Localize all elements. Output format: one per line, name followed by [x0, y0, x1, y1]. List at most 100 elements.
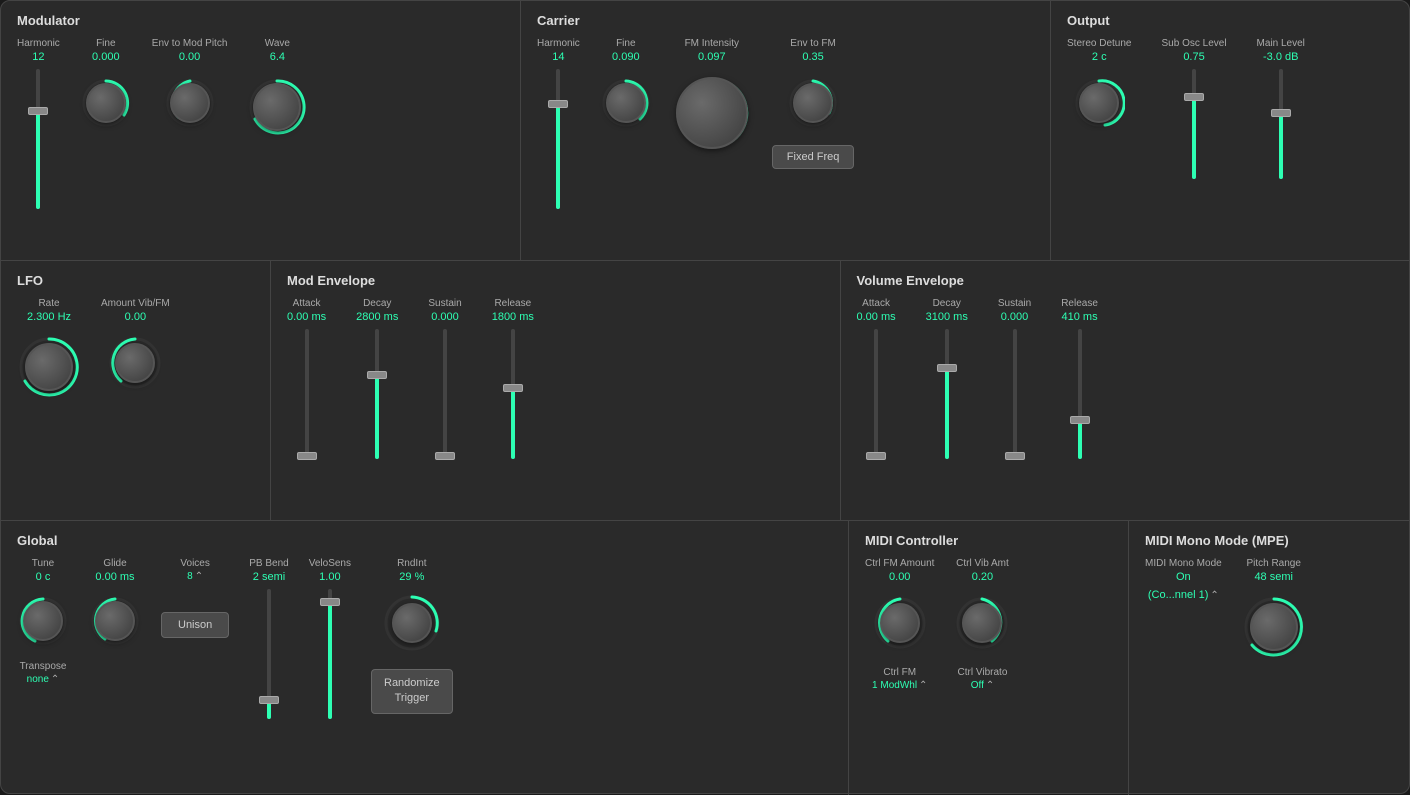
- panel-output: Output Stereo Detune 2 c: [1051, 1, 1409, 260]
- vol-env-title: Volume Envelope: [857, 273, 1394, 288]
- ctrl-fm-value: 1 ModWhl: [872, 680, 917, 691]
- sub-osc-thumb[interactable]: [1184, 93, 1204, 101]
- vol-decay-thumb[interactable]: [937, 364, 957, 372]
- vol-sustain-thumb[interactable]: [1005, 452, 1025, 460]
- modulator-fine: Fine 0.000: [80, 38, 132, 129]
- row-1: Modulator Harmonic 12 Fine 0: [1, 1, 1409, 261]
- voices-arrow: ⌃: [195, 571, 203, 582]
- glide-knob[interactable]: [95, 601, 135, 641]
- vol-attack-slider[interactable]: [874, 329, 878, 479]
- carrier-harmonic-thumb[interactable]: [548, 100, 568, 108]
- output-main-level: Main Level -3.0 dB: [1257, 38, 1305, 199]
- carrier-fine-label: Fine: [616, 38, 635, 49]
- mod-env-sustain: Sustain 0.000: [428, 298, 461, 479]
- output-title: Output: [1067, 13, 1393, 28]
- mod-release-thumb[interactable]: [503, 384, 523, 392]
- mod-decay-slider[interactable]: [375, 329, 379, 479]
- pb-bend-track: [267, 589, 271, 719]
- ctrl-vib-amt: Ctrl Vib Amt 0.20 Ctrl Vibrato Off ⌃: [954, 558, 1010, 691]
- pitch-range-value: 48 semi: [1254, 571, 1293, 583]
- env-fm-value: 0.35: [802, 51, 823, 63]
- vol-release-slider[interactable]: [1078, 329, 1082, 479]
- pb-bend-slider[interactable]: [267, 589, 271, 739]
- velo-sens-thumb[interactable]: [320, 598, 340, 606]
- fine-knob-container[interactable]: [80, 77, 132, 129]
- fm-intensity-knob-container[interactable]: [672, 73, 752, 153]
- pitch-range-knob[interactable]: [1250, 603, 1298, 651]
- vol-sustain-label: Sustain: [998, 298, 1031, 309]
- mod-attack-value: 0.00 ms: [287, 311, 326, 323]
- vol-decay-slider[interactable]: [945, 329, 949, 479]
- lfo-amount-value: 0.00: [125, 311, 146, 323]
- stereo-detune-label: Stereo Detune: [1067, 38, 1132, 49]
- env-mod-knob[interactable]: [170, 83, 210, 123]
- fixed-freq-button[interactable]: Fixed Freq: [772, 145, 855, 169]
- voices-dropdown[interactable]: 8 ⌃: [187, 571, 203, 582]
- main-level-slider[interactable]: [1279, 69, 1283, 199]
- vol-attack-label: Attack: [862, 298, 890, 309]
- mod-release-slider[interactable]: [511, 329, 515, 479]
- panel-modulator: Modulator Harmonic 12 Fine 0: [1, 1, 521, 260]
- sub-osc-slider[interactable]: [1192, 69, 1196, 199]
- global-glide: Glide 0.00 ms: [89, 558, 141, 647]
- vol-env-params: Attack 0.00 ms Decay 3100 ms: [857, 298, 1394, 479]
- harmonic-slider[interactable]: [36, 69, 40, 229]
- lfo-rate-knob-container[interactable]: [17, 335, 81, 399]
- tune-knob-container[interactable]: [17, 595, 69, 647]
- ctrl-vib-amt-label: Ctrl Vib Amt: [956, 558, 1009, 569]
- midi-channel-dropdown[interactable]: (Co...nnel 1) ⌃: [1148, 589, 1219, 601]
- ctrl-fm-dropdown[interactable]: 1 ModWhl ⌃: [872, 680, 927, 691]
- carrier-fine-knob[interactable]: [606, 83, 646, 123]
- env-fm-knob-container[interactable]: [787, 77, 839, 129]
- wave-knob-container[interactable]: [247, 77, 307, 137]
- env-mod-knob-container[interactable]: [164, 77, 216, 129]
- fine-knob[interactable]: [86, 83, 126, 123]
- stereo-detune-knob-container[interactable]: [1073, 77, 1125, 129]
- midi-ctrl-params: Ctrl FM Amount 0.00 Ctrl FM 1 ModWhl ⌃: [865, 558, 1112, 691]
- vol-env-decay: Decay 3100 ms: [926, 298, 968, 479]
- mod-attack-thumb[interactable]: [297, 452, 317, 460]
- vol-release-thumb[interactable]: [1070, 416, 1090, 424]
- rnd-int-knob[interactable]: [392, 603, 432, 643]
- voices-label: Voices: [180, 558, 209, 569]
- pitch-range-knob-container[interactable]: [1242, 595, 1306, 659]
- fm-intensity-knob[interactable]: [676, 77, 748, 149]
- ctrl-fm-amount-knob[interactable]: [880, 603, 920, 643]
- mod-decay-thumb[interactable]: [367, 371, 387, 379]
- main-level-thumb[interactable]: [1271, 109, 1291, 117]
- panel-carrier: Carrier Harmonic 14 Fine 0.0: [521, 1, 1051, 260]
- transpose-dropdown[interactable]: none ⌃: [27, 674, 60, 685]
- mod-sustain-thumb[interactable]: [435, 452, 455, 460]
- lfo-amount-knob-container[interactable]: [107, 335, 163, 391]
- vol-sustain-slider[interactable]: [1013, 329, 1017, 479]
- sub-osc-label: Sub Osc Level: [1162, 38, 1227, 49]
- mod-sustain-slider[interactable]: [443, 329, 447, 479]
- vol-attack-thumb[interactable]: [866, 452, 886, 460]
- pb-bend-thumb[interactable]: [259, 696, 279, 704]
- tune-knob[interactable]: [23, 601, 63, 641]
- carrier-harmonic-slider[interactable]: [556, 69, 560, 229]
- harmonic-thumb[interactable]: [28, 107, 48, 115]
- ctrl-vib-amt-knob-container[interactable]: [954, 595, 1010, 651]
- env-fm-knob[interactable]: [793, 83, 833, 123]
- pb-bend-label: PB Bend: [249, 558, 288, 569]
- carrier-harmonic-fill: [556, 104, 560, 209]
- lfo-rate-knob[interactable]: [25, 343, 73, 391]
- rnd-int-knob-container[interactable]: [382, 593, 442, 653]
- glide-knob-container[interactable]: [89, 595, 141, 647]
- stereo-detune-knob[interactable]: [1079, 83, 1119, 123]
- global-voices: Voices 8 ⌃ Unison: [161, 558, 229, 638]
- carrier-fine-knob-container[interactable]: [600, 77, 652, 129]
- lfo-title: LFO: [17, 273, 254, 288]
- unison-button[interactable]: Unison: [161, 612, 229, 638]
- ctrl-vibrato-value: Off: [971, 680, 984, 691]
- modulator-title: Modulator: [17, 13, 504, 28]
- mod-attack-label: Attack: [293, 298, 321, 309]
- ctrl-fm-amount: Ctrl FM Amount 0.00 Ctrl FM 1 ModWhl ⌃: [865, 558, 934, 691]
- mod-attack-slider[interactable]: [305, 329, 309, 479]
- ctrl-fm-amount-knob-container[interactable]: [872, 595, 928, 651]
- velo-sens-slider[interactable]: [328, 589, 332, 739]
- global-pb-bend: PB Bend 2 semi: [249, 558, 288, 739]
- randomize-button[interactable]: Randomize Trigger: [371, 669, 453, 714]
- ctrl-vibrato-dropdown[interactable]: Off ⌃: [971, 680, 995, 691]
